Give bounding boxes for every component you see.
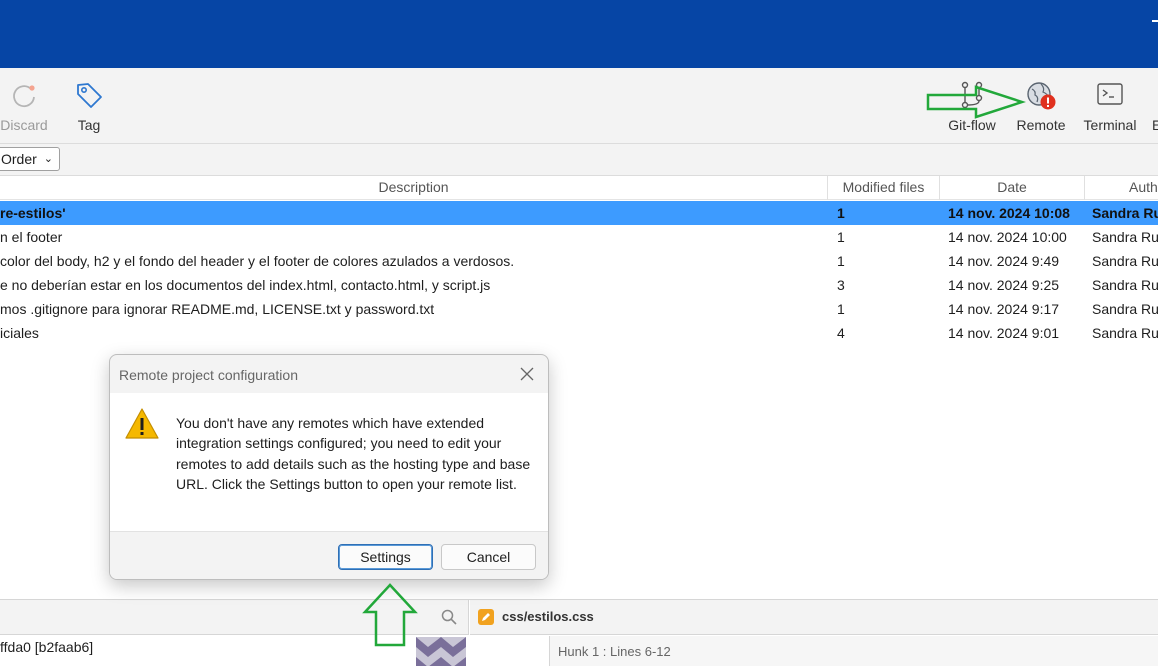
column-header-description[interactable]: Description	[0, 176, 828, 200]
search-icon[interactable]	[441, 609, 457, 625]
commit-list: re-estilos' 1 14 nov. 2024 10:08 Sandra …	[0, 201, 1158, 345]
terminal-label: Terminal	[1083, 117, 1137, 133]
row-description: iciales	[0, 325, 39, 341]
warning-icon	[125, 408, 159, 439]
tag-icon	[77, 83, 102, 108]
table-row[interactable]: re-estilos' 1 14 nov. 2024 10:08 Sandra …	[0, 201, 1158, 225]
annotation-arrow-right	[926, 85, 1026, 119]
row-modified-files: 1	[837, 205, 845, 221]
order-dropdown-label: Order	[1, 151, 37, 167]
column-header-author[interactable]: Auth	[1085, 176, 1158, 200]
row-modified-files: 1	[837, 253, 845, 269]
filter-bar: Order ⌄	[0, 144, 1158, 176]
table-row[interactable]: mos .gitignore para ignorar README.md, L…	[0, 297, 1158, 321]
row-author: Sandra Ru	[1092, 301, 1158, 317]
dialog-footer: Settings Cancel	[110, 531, 548, 579]
order-dropdown[interactable]: Order ⌄	[0, 147, 60, 171]
file-diff-header: css/estilos.css	[470, 600, 1158, 635]
row-author: Sandra Ru	[1092, 253, 1158, 269]
diff-file-name[interactable]: css/estilos.css	[502, 609, 594, 624]
table-row[interactable]: color del body, h2 y el fondo del header…	[0, 249, 1158, 273]
row-date: 14 nov. 2024 10:00	[948, 229, 1067, 245]
row-modified-files: 4	[837, 325, 845, 341]
terminal-button[interactable]: Terminal	[1076, 68, 1144, 144]
window-titlebar	[0, 0, 1158, 68]
discard-button[interactable]: Discard	[0, 68, 62, 144]
remote-globe-icon	[1027, 82, 1056, 110]
modified-file-icon	[478, 609, 494, 625]
table-row[interactable]: e no deberían estar en los documentos de…	[0, 273, 1158, 297]
column-header-modified-files-label: Modified files	[842, 179, 925, 195]
table-row[interactable]: n el footer 1 14 nov. 2024 10:00 Sandra …	[0, 225, 1158, 249]
row-modified-files: 1	[837, 229, 845, 245]
settings-button[interactable]: Settings	[338, 544, 433, 570]
column-header-author-label: Auth	[1129, 179, 1158, 195]
tag-label: Tag	[77, 117, 101, 133]
row-modified-files: 1	[837, 301, 845, 317]
row-description: color del body, h2 y el fondo del header…	[0, 253, 515, 269]
row-description: mos .gitignore para ignorar README.md, L…	[0, 301, 435, 317]
commit-table-header: Description Modified files Date Auth	[0, 176, 1158, 200]
row-modified-files: 3	[837, 277, 845, 293]
column-header-date-label: Date	[997, 179, 1027, 195]
row-description: e no deberían estar en los documentos de…	[0, 277, 491, 293]
remote-config-dialog: Remote project configuration You don't h…	[109, 354, 549, 580]
row-author: Sandra Ru	[1092, 229, 1158, 245]
author-avatar	[416, 637, 466, 666]
hunk-label: Hunk 1 : Lines 6-12	[558, 644, 671, 659]
discard-icon	[13, 85, 35, 108]
row-author: Sandra Ru	[1092, 277, 1158, 293]
column-header-description-label: Description	[378, 179, 449, 195]
row-author: Sandra Ru	[1092, 205, 1158, 221]
row-description: n el footer	[0, 229, 63, 245]
row-date: 14 nov. 2024 9:17	[948, 301, 1060, 317]
column-header-date[interactable]: Date	[940, 176, 1085, 200]
commit-ref: ffda0 [b2faab6]	[0, 639, 94, 655]
diff-hunk-area: Hunk 1 : Lines 6-12	[549, 636, 1158, 666]
dialog-message: You don't have any remotes which have ex…	[176, 415, 531, 492]
close-icon[interactable]	[520, 367, 534, 381]
row-author: Sandra Ru	[1092, 325, 1158, 341]
discard-label: Discard	[0, 117, 48, 133]
row-date: 14 nov. 2024 10:08	[948, 205, 1070, 221]
details-pane: css/estilos.css ffda0 [b2faab6] Hunk 1 :…	[0, 599, 1158, 666]
column-header-modified-files[interactable]: Modified files	[828, 176, 940, 200]
window-control-fragment[interactable]	[1152, 20, 1158, 22]
more-toolbar-button[interactable]: E	[1146, 68, 1158, 144]
annotation-arrow-up	[362, 583, 418, 647]
cancel-button[interactable]: Cancel	[441, 544, 536, 570]
row-description: re-estilos'	[0, 205, 66, 221]
terminal-icon	[1097, 83, 1123, 105]
row-date: 14 nov. 2024 9:49	[948, 253, 1060, 269]
tag-button[interactable]: Tag	[64, 68, 114, 144]
table-row[interactable]: iciales 4 14 nov. 2024 9:01 Sandra Ru	[0, 321, 1158, 345]
more-toolbar-label: E	[1152, 117, 1158, 133]
row-date: 14 nov. 2024 9:25	[948, 277, 1060, 293]
chevron-down-icon: ⌄	[43, 153, 53, 165]
dialog-title: Remote project configuration	[119, 367, 298, 383]
row-date: 14 nov. 2024 9:01	[948, 325, 1060, 341]
dialog-body: You don't have any remotes which have ex…	[110, 393, 548, 531]
